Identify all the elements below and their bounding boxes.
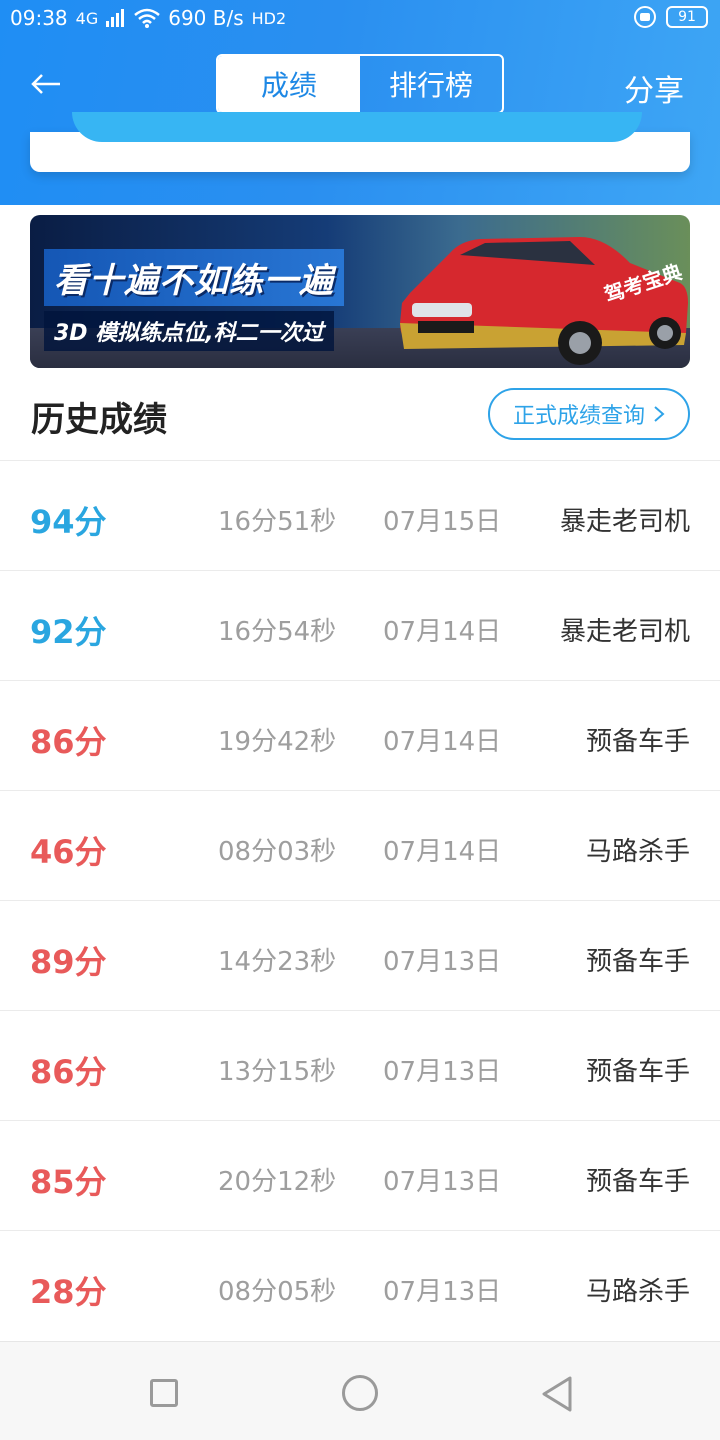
list-item[interactable]: 85分 20分12秒 07月13日 预备车手 <box>0 1120 720 1230</box>
lock-icon <box>634 6 656 28</box>
signal-icon <box>106 9 125 27</box>
list-item[interactable]: 94分 16分51秒 07月15日 暴走老司机 <box>0 460 720 570</box>
list-item[interactable]: 46分 08分03秒 07月14日 马路杀手 <box>0 790 720 900</box>
top-nav: 成绩 排行榜 分享 <box>0 54 720 114</box>
home-button[interactable] <box>342 1375 378 1411</box>
list-item[interactable]: 86分 13分15秒 07月13日 预备车手 <box>0 1010 720 1120</box>
recent-apps-button[interactable] <box>150 1379 178 1407</box>
ad-banner[interactable]: 看十遍不如练一遍 3D 模拟练点位,科二一次过 驾考宝典 <box>30 215 690 368</box>
exam-duration: 13分15秒 <box>218 1057 337 1087</box>
driver-title: 预备车手 <box>585 1057 690 1087</box>
score-card-pill <box>72 112 642 142</box>
exam-date: 07月13日 <box>383 1057 502 1087</box>
list-item[interactable]: 89分 14分23秒 07月13日 预备车手 <box>0 900 720 1010</box>
back-button[interactable] <box>30 64 80 104</box>
exam-date: 07月14日 <box>383 837 502 867</box>
exam-date: 07月13日 <box>383 1167 502 1197</box>
score-card <box>30 112 690 172</box>
driver-title: 预备车手 <box>585 1167 690 1197</box>
banner-subline: 3D 模拟练点位,科二一次过 <box>44 311 334 351</box>
hd-indicator: HD2 <box>251 8 287 28</box>
list-item[interactable]: 28分 08分05秒 07月13日 马路杀手 <box>0 1230 720 1340</box>
list-item[interactable]: 86分 19分42秒 07月14日 预备车手 <box>0 680 720 790</box>
exam-duration: 14分23秒 <box>218 947 337 977</box>
driver-title: 马路杀手 <box>585 1277 690 1307</box>
score-value: 86分 <box>30 1053 107 1091</box>
score-history-list: 94分 16分51秒 07月15日 暴走老司机 92分 16分54秒 07月14… <box>0 460 720 1340</box>
status-bar: 09:38 4G 690 B/s HD2 91 <box>0 0 720 38</box>
exam-date: 07月13日 <box>383 1277 502 1307</box>
header-background: 09:38 4G 690 B/s HD2 91 成绩 排行榜 分享 <box>0 0 720 205</box>
exam-duration: 19分42秒 <box>218 727 337 757</box>
exam-date: 07月15日 <box>383 507 502 537</box>
tab-scores[interactable]: 成绩 <box>218 56 360 112</box>
exam-duration: 08分05秒 <box>218 1277 337 1307</box>
banner-headline: 看十遍不如练一遍 <box>44 249 344 306</box>
exam-date: 07月14日 <box>383 727 502 757</box>
car-image: 驾考宝典 <box>400 237 688 365</box>
network-speed: 690 B/s <box>168 6 244 30</box>
score-value: 28分 <box>30 1273 107 1311</box>
wifi-icon <box>134 8 161 28</box>
chevron-right-icon <box>654 406 665 422</box>
list-item[interactable]: 92分 16分54秒 07月14日 暴走老司机 <box>0 570 720 680</box>
tab-leaderboard[interactable]: 排行榜 <box>360 56 502 112</box>
exam-duration: 16分51秒 <box>218 507 337 537</box>
exam-duration: 08分03秒 <box>218 837 337 867</box>
score-value: 85分 <box>30 1163 107 1201</box>
battery-icon: 91 <box>666 6 708 28</box>
driver-title: 预备车手 <box>585 947 690 977</box>
exam-date: 07月13日 <box>383 947 502 977</box>
exam-duration: 16分54秒 <box>218 617 337 647</box>
query-button-label: 正式成绩查询 <box>512 404 645 429</box>
score-value: 94分 <box>30 503 107 541</box>
official-score-query-button[interactable]: 正式成绩查询 <box>488 388 690 440</box>
back-triangle-icon[interactable] <box>540 1375 574 1413</box>
section-title: 历史成绩 <box>31 400 167 440</box>
battery-level: 91 <box>678 9 696 25</box>
score-value: 92分 <box>30 613 107 651</box>
network-type: 4G <box>75 8 99 28</box>
status-time: 09:38 <box>10 6 68 30</box>
share-button[interactable]: 分享 <box>624 66 684 110</box>
system-nav-bar <box>0 1341 720 1440</box>
driver-title: 马路杀手 <box>585 837 690 867</box>
driver-title: 暴走老司机 <box>559 617 690 647</box>
score-value: 86分 <box>30 723 107 761</box>
score-value: 89分 <box>30 943 107 981</box>
exam-duration: 20分12秒 <box>218 1167 337 1197</box>
score-value: 46分 <box>30 833 107 871</box>
driver-title: 预备车手 <box>585 727 690 757</box>
driver-title: 暴走老司机 <box>559 507 690 537</box>
exam-date: 07月14日 <box>383 617 502 647</box>
tab-switcher: 成绩 排行榜 <box>216 54 504 114</box>
arrow-left-icon <box>31 74 60 94</box>
